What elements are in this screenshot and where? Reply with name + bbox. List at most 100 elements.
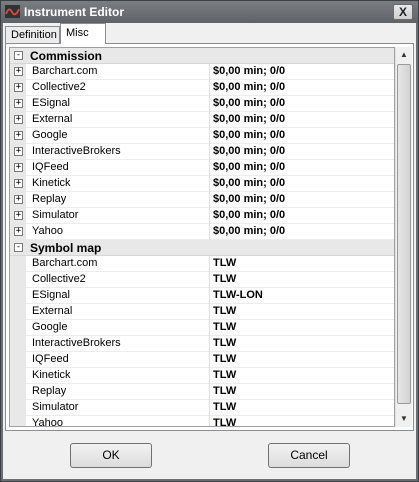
property-value[interactable]: $0,00 min; 0/0 [213, 145, 285, 157]
property-name: External [32, 305, 73, 317]
column-divider[interactable] [209, 208, 210, 224]
property-row[interactable]: Simulator TLW [10, 400, 394, 416]
column-divider[interactable] [209, 96, 210, 112]
property-row[interactable]: + External $0,00 min; 0/0 [10, 112, 394, 128]
column-divider[interactable] [209, 160, 210, 176]
expand-icon[interactable]: + [14, 147, 23, 156]
property-row[interactable]: ESignal TLW-LON [10, 288, 394, 304]
column-divider[interactable] [209, 256, 210, 272]
scroll-thumb[interactable] [397, 64, 411, 404]
property-value[interactable]: TLW [213, 369, 236, 381]
column-divider[interactable] [209, 224, 210, 240]
property-value[interactable]: $0,00 min; 0/0 [213, 225, 285, 237]
property-name: ESignal [32, 289, 70, 301]
property-row[interactable]: Collective2 TLW [10, 272, 394, 288]
property-row[interactable]: Replay TLW [10, 384, 394, 400]
close-button[interactable]: X [393, 4, 413, 20]
property-value[interactable]: $0,00 min; 0/0 [213, 65, 285, 77]
property-value[interactable]: TLW [213, 257, 236, 269]
row-margin [10, 336, 26, 352]
column-divider[interactable] [209, 112, 210, 128]
property-row[interactable]: + Yahoo $0,00 min; 0/0 [10, 224, 394, 240]
column-divider[interactable] [209, 416, 210, 426]
collapse-icon[interactable]: - [14, 51, 23, 60]
expand-icon[interactable]: + [14, 83, 23, 92]
expand-icon[interactable]: + [14, 67, 23, 76]
property-row[interactable]: Google TLW [10, 320, 394, 336]
property-value[interactable]: TLW [213, 417, 236, 426]
property-value[interactable]: TLW [213, 353, 236, 365]
column-divider[interactable] [209, 128, 210, 144]
column-divider[interactable] [209, 288, 210, 304]
property-value[interactable]: TLW [213, 337, 236, 349]
ok-button[interactable]: OK [70, 443, 152, 468]
row-margin [10, 256, 26, 272]
property-row[interactable]: + IQFeed $0,00 min; 0/0 [10, 160, 394, 176]
column-divider[interactable] [209, 384, 210, 400]
property-value[interactable]: TLW [213, 305, 236, 317]
collapse-icon[interactable]: - [14, 243, 23, 252]
row-margin [10, 288, 26, 304]
property-name: External [32, 113, 73, 125]
property-row[interactable]: Barchart.com TLW [10, 256, 394, 272]
property-value[interactable]: TLW [213, 273, 236, 285]
title-bar[interactable]: Instrument Editor X [1, 1, 418, 23]
tab-misc[interactable]: Misc [60, 23, 106, 44]
column-divider[interactable] [209, 336, 210, 352]
property-row[interactable]: + Simulator $0,00 min; 0/0 [10, 208, 394, 224]
scroll-down-arrow-icon[interactable]: ▼ [396, 411, 412, 427]
property-value[interactable]: $0,00 min; 0/0 [213, 81, 285, 93]
expand-icon[interactable]: + [14, 195, 23, 204]
property-row[interactable]: + Collective2 $0,00 min; 0/0 [10, 80, 394, 96]
column-divider[interactable] [209, 80, 210, 96]
property-row[interactable]: + InteractiveBrokers $0,00 min; 0/0 [10, 144, 394, 160]
category-row[interactable]: - Symbol map [10, 240, 394, 256]
property-row[interactable]: + Google $0,00 min; 0/0 [10, 128, 394, 144]
property-row[interactable]: + Replay $0,00 min; 0/0 [10, 192, 394, 208]
property-row[interactable]: Yahoo TLW [10, 416, 394, 426]
property-row[interactable]: + Barchart.com $0,00 min; 0/0 [10, 64, 394, 80]
column-divider[interactable] [209, 320, 210, 336]
property-name: IQFeed [32, 353, 69, 365]
property-value[interactable]: $0,00 min; 0/0 [213, 177, 285, 189]
property-value[interactable]: $0,00 min; 0/0 [213, 161, 285, 173]
property-row[interactable]: + ESignal $0,00 min; 0/0 [10, 96, 394, 112]
property-value[interactable]: TLW [213, 321, 236, 333]
expand-icon[interactable]: + [14, 99, 23, 108]
expand-icon[interactable]: + [14, 163, 23, 172]
column-divider[interactable] [209, 368, 210, 384]
column-divider[interactable] [209, 176, 210, 192]
category-row[interactable]: - Commission [10, 48, 394, 64]
scroll-up-arrow-icon[interactable]: ▲ [396, 47, 412, 63]
cancel-button[interactable]: Cancel [268, 443, 350, 468]
column-divider[interactable] [209, 304, 210, 320]
property-row[interactable]: External TLW [10, 304, 394, 320]
property-value[interactable]: $0,00 min; 0/0 [213, 97, 285, 109]
column-divider[interactable] [209, 64, 210, 80]
property-value[interactable]: $0,00 min; 0/0 [213, 193, 285, 205]
property-value[interactable]: TLW [213, 385, 236, 397]
property-row[interactable]: InteractiveBrokers TLW [10, 336, 394, 352]
dialog-client-area: Definition Misc - Commission + Barchart.com… [3, 23, 416, 479]
column-divider[interactable] [209, 272, 210, 288]
expand-icon[interactable]: + [14, 227, 23, 236]
property-value[interactable]: $0,00 min; 0/0 [213, 113, 285, 125]
property-value[interactable]: TLW-LON [213, 289, 263, 301]
expand-icon[interactable]: + [14, 179, 23, 188]
expand-icon[interactable]: + [14, 131, 23, 140]
column-divider[interactable] [209, 192, 210, 208]
property-value[interactable]: $0,00 min; 0/0 [213, 129, 285, 141]
row-margin [10, 400, 26, 416]
property-value[interactable]: TLW [213, 401, 236, 413]
column-divider[interactable] [209, 352, 210, 368]
expand-icon[interactable]: + [14, 115, 23, 124]
column-divider[interactable] [209, 144, 210, 160]
property-row[interactable]: Kinetick TLW [10, 368, 394, 384]
property-name: InteractiveBrokers [32, 145, 121, 157]
property-row[interactable]: + Kinetick $0,00 min; 0/0 [10, 176, 394, 192]
property-value[interactable]: $0,00 min; 0/0 [213, 209, 285, 221]
column-divider[interactable] [209, 400, 210, 416]
expand-icon[interactable]: + [14, 211, 23, 220]
vertical-scrollbar[interactable]: ▲ ▼ [395, 47, 412, 427]
property-row[interactable]: IQFeed TLW [10, 352, 394, 368]
